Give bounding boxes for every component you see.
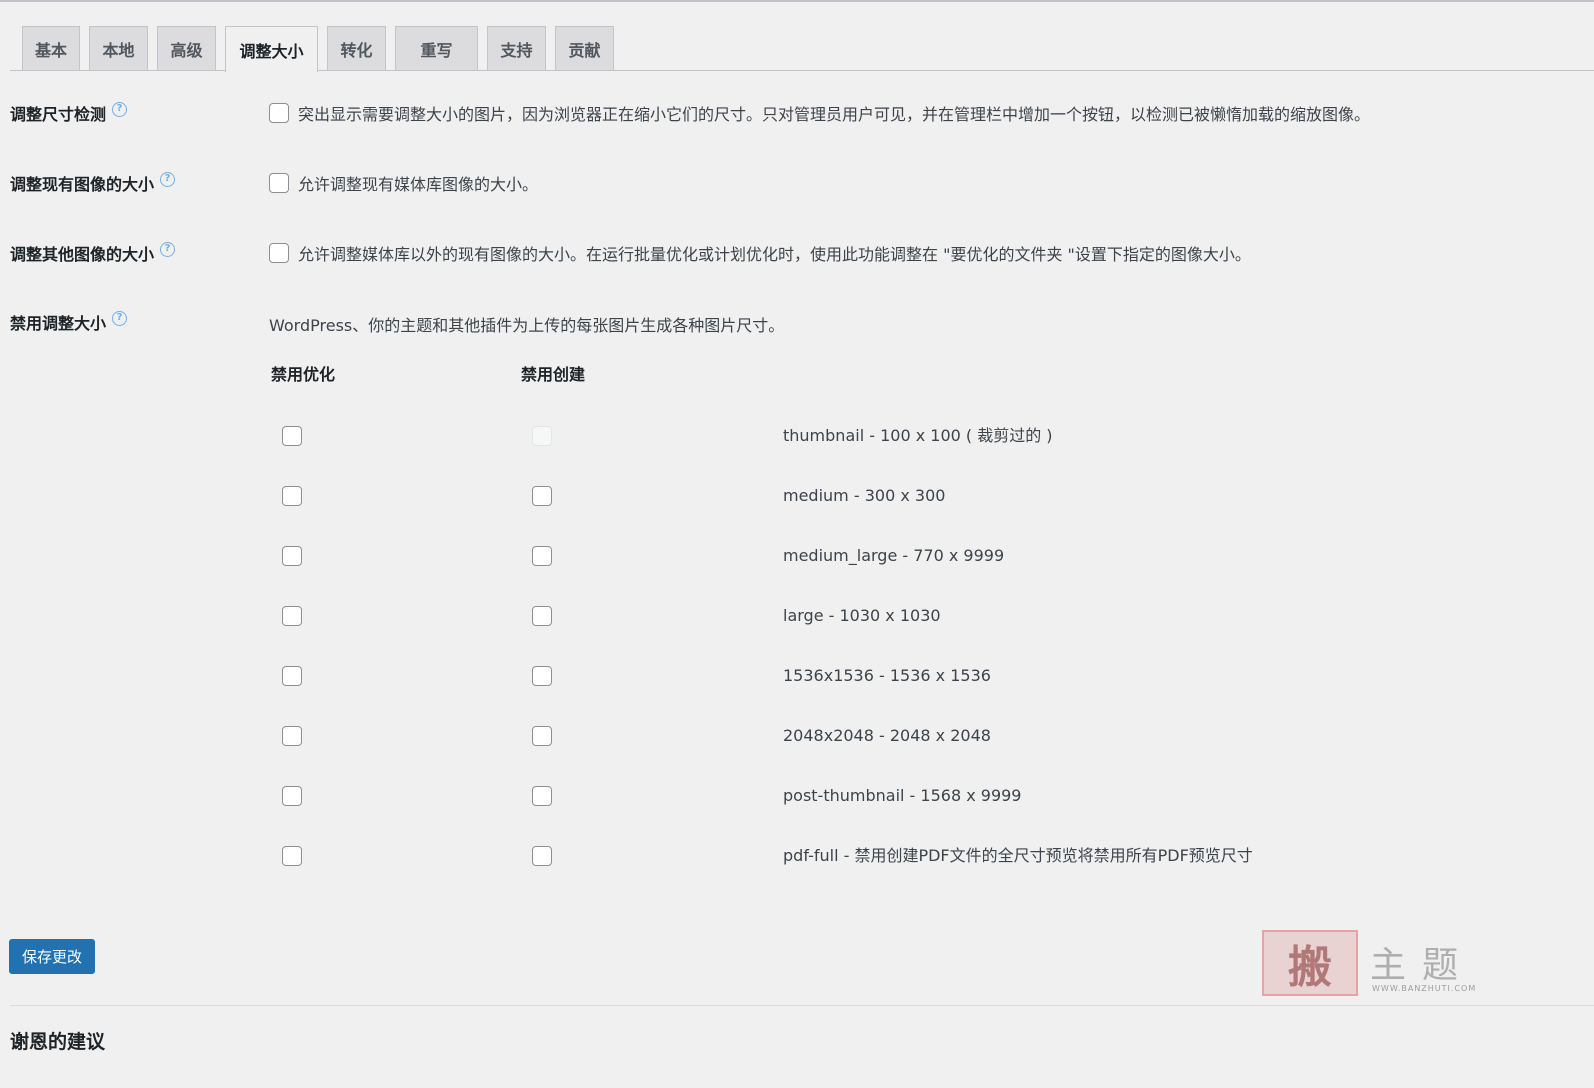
disable-creation-checkbox[interactable] <box>532 846 552 866</box>
resize-existing-checkbox[interactable] <box>269 173 289 193</box>
resize-other-label: 调整其他图像的大小 ? <box>10 241 176 265</box>
tab-support[interactable]: 支持 <box>487 26 546 71</box>
disable-optimization-checkbox[interactable] <box>282 546 302 566</box>
size-label: thumbnail - 100 x 100 ( 裁剪过的 ) <box>783 426 1053 445</box>
size-row-2048: 2048x2048 - 2048 x 2048 <box>0 724 1400 748</box>
resize-detection-option[interactable]: 突出显示需要调整大小的图片，因为浏览器正在缩小它们的尺寸。只对管理员用户可见，并… <box>269 101 1370 125</box>
help-icon[interactable]: ? <box>112 310 128 326</box>
size-label: large - 1030 x 1030 <box>783 606 941 625</box>
size-row-medium-large: medium_large - 770 x 9999 <box>0 544 1400 568</box>
size-label: medium_large - 770 x 9999 <box>783 546 1005 565</box>
size-label: 2048x2048 - 2048 x 2048 <box>783 726 991 745</box>
disable-optimization-checkbox[interactable] <box>282 606 302 626</box>
tab-local[interactable]: 本地 <box>89 26 148 71</box>
top-border <box>0 0 1594 2</box>
section-divider <box>10 1005 1594 1006</box>
disable-optimization-checkbox[interactable] <box>282 726 302 746</box>
disable-optimization-checkbox[interactable] <box>282 486 302 506</box>
disable-creation-checkbox[interactable] <box>532 726 552 746</box>
disable-creation-checkbox[interactable] <box>532 666 552 686</box>
size-row-post-thumbnail: post-thumbnail - 1568 x 9999 <box>0 784 1400 808</box>
watermark: 搬 主题 WWW.BANZHUTI.COM <box>1262 930 1487 1000</box>
tab-resize[interactable]: 调整大小 <box>225 26 318 72</box>
tab-advanced[interactable]: 高级 <box>157 26 216 71</box>
resize-existing-option[interactable]: 允许调整现有媒体库图像的大小。 <box>269 171 538 195</box>
size-row-1536: 1536x1536 - 1536 x 1536 <box>0 664 1400 688</box>
disable-creation-checkbox[interactable] <box>532 546 552 566</box>
resize-other-option[interactable]: 允许调整媒体库以外的现有图像的大小。在运行批量优化或计划优化时，使用此功能调整在… <box>269 241 1251 265</box>
disable-resizes-description: WordPress、你的主题和其他插件为上传的每张图片生成各种图片尺寸。 <box>269 316 785 335</box>
help-icon[interactable]: ? <box>160 241 176 257</box>
disable-optimization-checkbox[interactable] <box>282 786 302 806</box>
disable-optimization-checkbox[interactable] <box>282 426 302 446</box>
tab-rewrite[interactable]: 重写 <box>395 26 478 71</box>
column-disable-optimization: 禁用优化 <box>271 365 336 384</box>
disable-creation-checkbox <box>532 426 552 446</box>
watermark-text: 主题 <box>1370 945 1475 986</box>
tab-convert[interactable]: 转化 <box>327 26 386 71</box>
tab-basic[interactable]: 基本 <box>22 26 80 71</box>
settings-tabs: 基本 本地 高级 调整大小 转化 重写 支持 贡献 <box>22 26 614 72</box>
tab-contribute[interactable]: 贡献 <box>555 26 614 71</box>
disable-resizes-label: 禁用调整大小 ? <box>10 310 128 334</box>
size-row-pdf-full: pdf-full - 禁用创建PDF文件的全尺寸预览将禁用所有PDF预览尺寸 <box>0 844 1400 868</box>
size-label: pdf-full - 禁用创建PDF文件的全尺寸预览将禁用所有PDF预览尺寸 <box>783 846 1253 865</box>
disable-creation-checkbox[interactable] <box>532 486 552 506</box>
size-row-medium: medium - 300 x 300 <box>0 484 1400 508</box>
size-row-thumbnail: thumbnail - 100 x 100 ( 裁剪过的 ) <box>0 424 1400 448</box>
recommendations-title: 谢恩的建议 <box>10 1031 106 1053</box>
column-disable-creation: 禁用创建 <box>521 365 586 384</box>
help-icon[interactable]: ? <box>160 171 176 187</box>
disable-creation-checkbox[interactable] <box>532 606 552 626</box>
disable-optimization-checkbox[interactable] <box>282 846 302 866</box>
help-icon[interactable]: ? <box>112 101 128 117</box>
resize-other-checkbox[interactable] <box>269 243 289 263</box>
size-label: post-thumbnail - 1568 x 9999 <box>783 786 1022 805</box>
watermark-logo: 搬 <box>1262 930 1358 996</box>
size-label: medium - 300 x 300 <box>783 486 946 505</box>
resize-existing-label: 调整现有图像的大小 ? <box>10 171 176 195</box>
save-changes-button[interactable]: 保存更改 <box>9 939 96 974</box>
disable-optimization-checkbox[interactable] <box>282 666 302 686</box>
size-row-large: large - 1030 x 1030 <box>0 604 1400 628</box>
resize-detection-label: 调整尺寸检测 ? <box>10 101 128 125</box>
watermark-url: WWW.BANZHUTI.COM <box>1372 984 1477 993</box>
disable-creation-checkbox[interactable] <box>532 786 552 806</box>
size-label: 1536x1536 - 1536 x 1536 <box>783 666 991 685</box>
resize-detection-checkbox[interactable] <box>269 103 289 123</box>
